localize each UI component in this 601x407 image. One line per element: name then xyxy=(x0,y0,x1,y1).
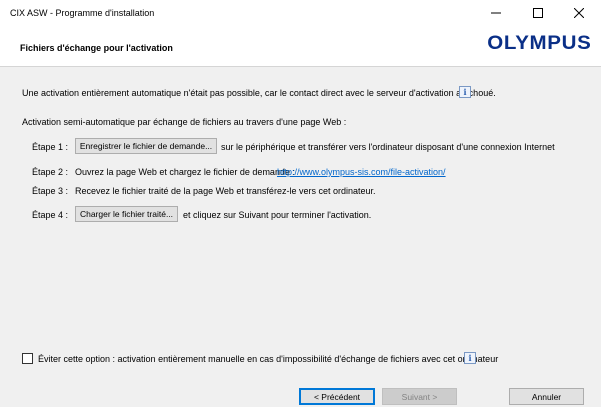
step-3-label: Étape 3 : xyxy=(32,186,69,196)
avoid-option-label[interactable]: Éviter cette option : activation entière… xyxy=(38,354,498,364)
olympus-logo: OLYMPUS xyxy=(486,33,591,54)
step-4-text: et cliquez sur Suivant pour terminer l'a… xyxy=(183,210,372,220)
minimize-button[interactable] xyxy=(476,2,516,24)
save-request-file-button[interactable]: Enregistrer le fichier de demande... xyxy=(75,138,217,154)
step-1-text: sur le périphérique et transférer vers l… xyxy=(221,142,555,152)
previous-button[interactable]: < Précédent xyxy=(299,388,375,405)
page-title: Fichiers d'échange pour l'activation xyxy=(20,43,173,53)
maximize-button[interactable] xyxy=(518,2,558,24)
step-4-label: Étape 4 : xyxy=(32,210,69,220)
avoid-option-checkbox[interactable] xyxy=(22,353,33,364)
close-icon xyxy=(574,8,584,18)
window-title: CIX ASW - Programme d'installation xyxy=(10,8,155,18)
minimize-icon xyxy=(491,12,501,14)
wizard-footer: Éviter cette option : activation entière… xyxy=(0,340,601,407)
info-icon[interactable]: i xyxy=(459,86,471,98)
wizard-header: Fichiers d'échange pour l'activation OLY… xyxy=(0,26,601,66)
step-3-text: Recevez le fichier traité de la page Web… xyxy=(75,186,376,196)
close-button[interactable] xyxy=(559,2,599,24)
title-bar: CIX ASW - Programme d'installation xyxy=(0,0,601,26)
intro-text: Une activation entièrement automatique n… xyxy=(22,88,496,98)
semi-auto-text: Activation semi-automatique par échange … xyxy=(22,117,347,127)
wizard-content: Une activation entièrement automatique n… xyxy=(0,66,601,341)
cancel-button[interactable]: Annuler xyxy=(509,388,584,405)
next-button[interactable]: Suivant > xyxy=(382,388,457,405)
load-processed-file-button[interactable]: Charger le fichier traité... xyxy=(75,206,178,222)
info-icon[interactable]: i xyxy=(464,352,476,364)
step-2-label: Étape 2 : xyxy=(32,167,69,177)
step-2-text: Ouvrez la page Web et chargez le fichier… xyxy=(75,167,295,177)
activation-link[interactable]: http://www.olympus-sis.com/file-activati… xyxy=(277,167,446,177)
step-1-label: Étape 1 : xyxy=(32,142,69,152)
maximize-icon xyxy=(533,8,543,18)
